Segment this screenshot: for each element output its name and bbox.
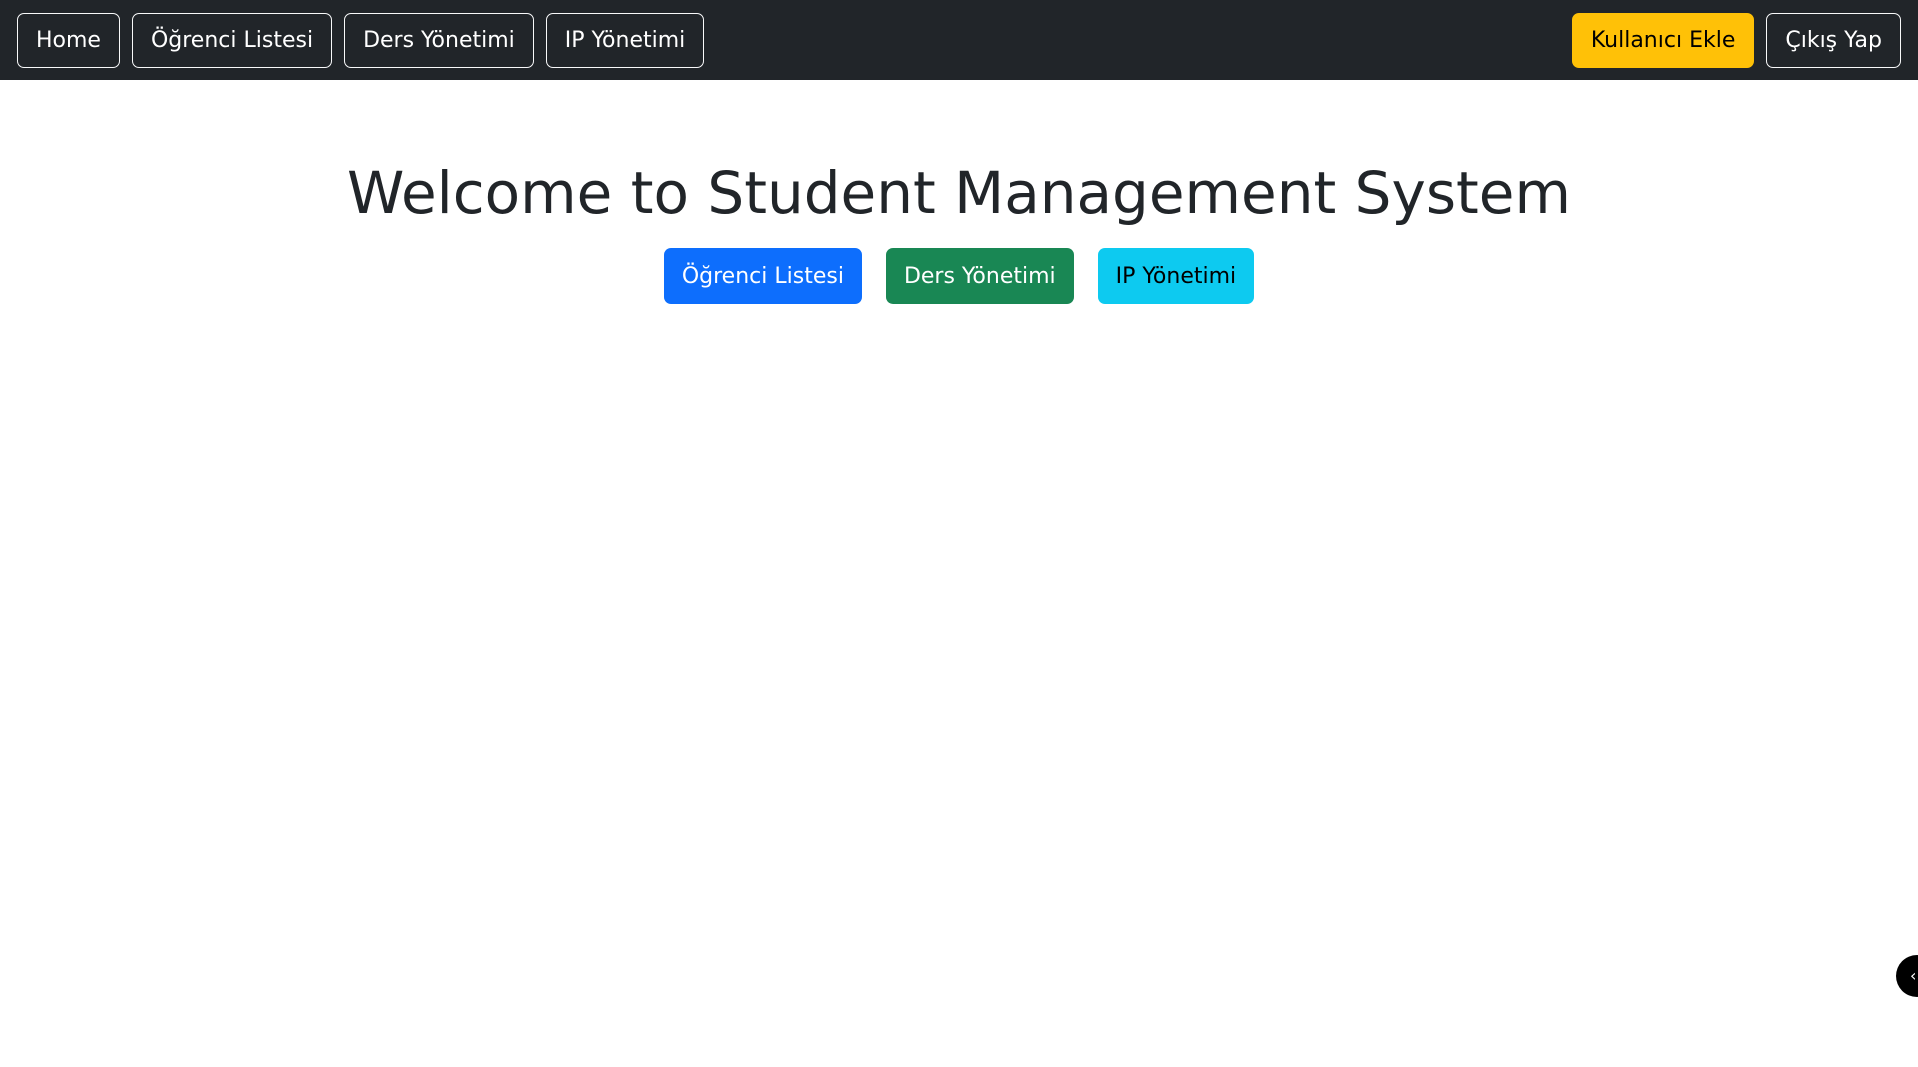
nav-course-management-button[interactable]: Ders Yönetimi bbox=[344, 12, 534, 68]
logout-button[interactable]: Çıkış Yap bbox=[1766, 12, 1901, 68]
quick-actions: Öğrenci Listesi Ders Yönetimi IP Yönetim… bbox=[0, 248, 1918, 304]
floating-panel-toggle[interactable]: ‹ bbox=[1896, 955, 1918, 997]
top-navbar: Home Öğrenci Listesi Ders Yönetimi IP Yö… bbox=[0, 0, 1918, 80]
nav-left-group: Home Öğrenci Listesi Ders Yönetimi IP Yö… bbox=[17, 12, 705, 68]
main-content: Welcome to Student Management System Öğr… bbox=[0, 80, 1918, 304]
nav-home-button[interactable]: Home bbox=[17, 12, 120, 68]
student-list-button[interactable]: Öğrenci Listesi bbox=[663, 248, 862, 304]
add-user-button[interactable]: Kullanıcı Ekle bbox=[1571, 12, 1755, 68]
ip-management-button[interactable]: IP Yönetimi bbox=[1097, 248, 1255, 304]
course-management-button[interactable]: Ders Yönetimi bbox=[885, 248, 1074, 304]
nav-right-group: Kullanıcı Ekle Çıkış Yap bbox=[1571, 12, 1901, 68]
chevron-left-icon: ‹ bbox=[1910, 966, 1917, 985]
page-title: Welcome to Student Management System bbox=[347, 159, 1571, 227]
nav-ip-management-button[interactable]: IP Yönetimi bbox=[545, 12, 705, 68]
nav-student-list-button[interactable]: Öğrenci Listesi bbox=[131, 12, 333, 68]
